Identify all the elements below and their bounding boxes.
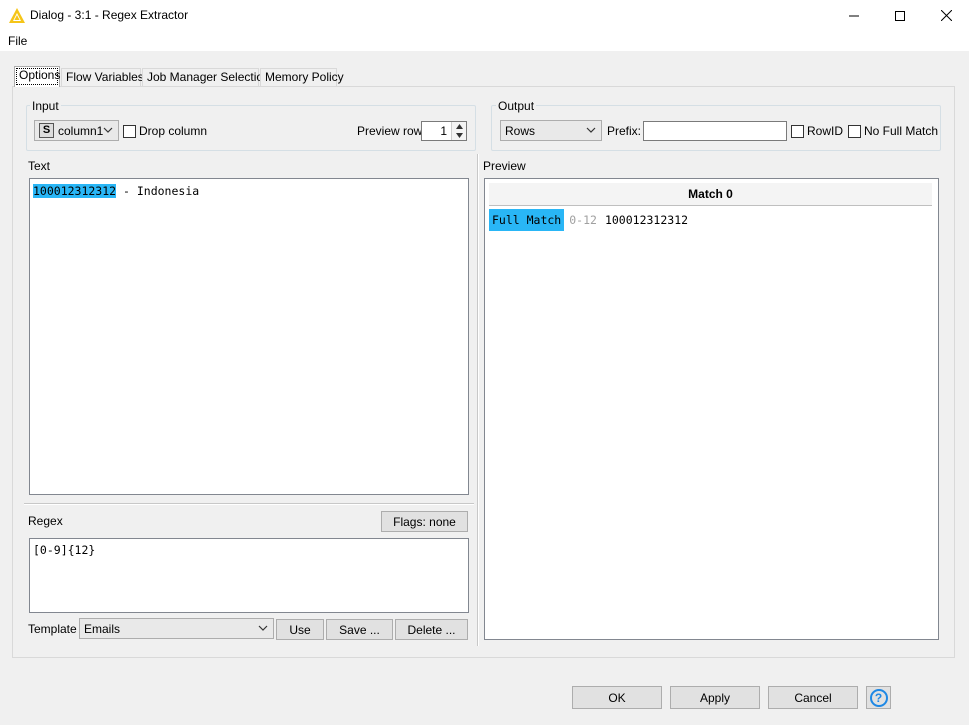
text-match-highlight: 100012312312 [33,184,117,198]
full-match-tag: Full Match [489,209,565,231]
chevron-down-icon [586,127,596,133]
match-header: Match 0 [489,183,932,206]
template-use-button[interactable]: Use [276,619,324,640]
text-remainder: - Indonesia [116,184,200,198]
column-select-value: column1 [58,123,104,138]
text-label: Text [28,159,51,173]
flags-button[interactable]: Flags: none [381,511,468,532]
chevron-down-icon [258,625,268,631]
tab-options[interactable]: Options [14,66,60,87]
match-range: 0-12 [569,213,597,227]
output-mode-value: Rows [505,123,536,138]
no-full-match-checkbox[interactable] [848,125,861,138]
input-legend: Input [30,99,61,113]
menu-bar [0,31,969,51]
window-title: Dialog - 3:1 - Regex Extractor [30,8,189,22]
drop-column-checkbox[interactable] [123,125,136,138]
no-full-match-label: No Full Match [864,124,939,138]
regex-pattern: [0-9]{12} [33,543,96,557]
template-save-button[interactable]: Save ... [326,619,393,640]
prefix-input[interactable] [643,121,787,141]
maximize-icon[interactable] [877,0,923,31]
tab-job-manager-selection[interactable]: Job Manager Selection [142,68,270,86]
chevron-down-icon [103,127,113,133]
text-viewer[interactable]: 100012312312 - Indonesia [29,178,469,495]
rowid-label: RowID [807,124,844,138]
cancel-button[interactable]: Cancel [768,686,858,709]
help-button[interactable]: ? [866,686,891,709]
rowid-checkbox[interactable] [791,125,804,138]
menu-file[interactable]: File [8,34,27,48]
horizontal-splitter[interactable] [24,503,474,505]
match-value: 100012312312 [604,213,689,227]
string-type-badge: S [39,123,54,138]
output-legend: Output [496,99,537,113]
help-icon: ? [869,688,888,707]
regex-input[interactable]: [0-9]{12} [29,538,469,613]
template-select-value: Emails [84,621,121,636]
spinner-up-down-icon [456,124,463,138]
ok-button[interactable]: OK [572,686,662,709]
close-icon[interactable] [923,0,969,31]
preview-panel[interactable] [484,178,939,640]
vertical-splitter[interactable] [477,154,479,646]
template-label: Template [28,622,77,636]
spinner-arrows[interactable] [451,122,466,140]
tab-flow-variables[interactable]: Flow Variables [61,68,144,86]
template-select[interactable]: Emails [79,618,274,639]
minimize-icon[interactable] [831,0,877,31]
prefix-label: Prefix: [607,124,642,138]
preview-row: Full Match 0-12 100012312312 [489,209,688,231]
apply-button[interactable]: Apply [670,686,760,709]
preview-row-value: 1 [440,124,447,138]
knime-warning-icon [9,8,25,23]
template-delete-button[interactable]: Delete ... [395,619,468,640]
column-select[interactable]: S column1 [34,120,119,141]
tab-memory-policy[interactable]: Memory Policy [260,68,344,86]
regex-label: Regex [28,514,63,528]
preview-label: Preview [483,159,526,173]
drop-column-label: Drop column [139,124,208,138]
output-mode-select[interactable]: Rows [500,120,602,141]
preview-row-label: Preview row: [357,124,426,138]
